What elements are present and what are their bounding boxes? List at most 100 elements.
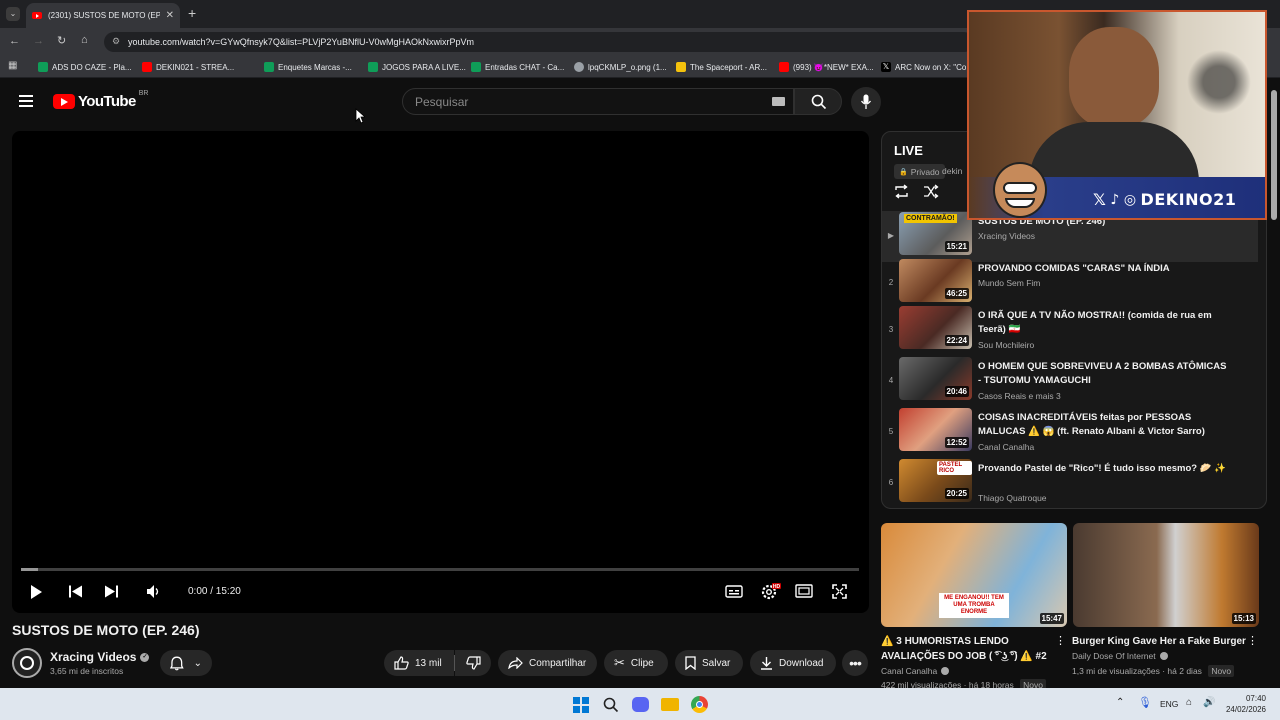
voice-search-button[interactable] — [851, 87, 881, 117]
search-icon[interactable] — [603, 697, 619, 713]
address-bar[interactable]: ⚙ youtube.com/watch?v=GYwQfnsyk7Q&list=P… — [104, 32, 974, 52]
bookmark-item[interactable]: JOGOS PARA A LIVE... — [368, 60, 466, 74]
previous-icon[interactable] — [68, 585, 83, 598]
region-code: BR — [138, 90, 149, 97]
apps-icon[interactable]: ▦ — [8, 60, 17, 71]
loop-icon[interactable] — [893, 184, 910, 199]
miniplayer-icon[interactable] — [795, 584, 813, 598]
verified-icon: ✓ — [140, 652, 150, 662]
subscriber-count: 3,65 mi de inscritos — [50, 666, 124, 676]
recommendation-title[interactable]: Burger King Gave Her a Fake Burger — [1072, 634, 1247, 649]
settings-icon[interactable]: HD — [760, 582, 782, 600]
download-button[interactable]: Download — [750, 650, 836, 676]
mascot-avatar — [993, 162, 1047, 218]
bookmark-item[interactable]: ADS DO CAZE - Pla... — [38, 60, 132, 74]
progress-bar[interactable] — [21, 568, 859, 571]
time-display: 0:00 / 15:20 — [188, 586, 241, 597]
next-icon[interactable] — [104, 585, 119, 598]
search-input[interactable]: Pesquisar — [402, 88, 794, 115]
share-label: Compartilhar — [529, 657, 587, 669]
playlist-item[interactable]: 2 46:25 PROVANDO COMIDAS "CARAS" NA ÍNDI… — [882, 258, 1258, 309]
playlist-item[interactable]: 4 20:46 O HOMEM QUE SOBREVIVEU A 2 BOMBA… — [882, 356, 1258, 407]
chrome-icon[interactable] — [691, 696, 708, 713]
webcam-overlay: 𝕏 ♪ ◎ DEKINO21 — [967, 10, 1267, 220]
keyboard-icon[interactable] — [772, 97, 785, 106]
fullscreen-icon[interactable] — [832, 584, 847, 599]
search-button[interactable] — [794, 88, 842, 115]
item-channel: Casos Reais e mais 3 — [978, 391, 1061, 401]
channel-name[interactable]: Xracing Videos ✓ — [50, 650, 150, 664]
recommendation-title[interactable]: ⚠️ 3 HUMORISTAS LENDO AVALIAÇÕES DO JOB … — [881, 634, 1051, 664]
more-actions-button[interactable]: ••• — [842, 650, 868, 676]
playlist-item[interactable]: 5 12:52 COISAS INACREDITÁVEIS feitas por… — [882, 407, 1258, 458]
forward-icon[interactable]: → — [33, 35, 44, 47]
bookmark-item[interactable]: 𝕏 ARC Now on X: "Co... — [881, 60, 973, 74]
home-icon[interactable]: ⌂ — [81, 34, 88, 46]
tab-search-icon[interactable]: ⌄ — [6, 7, 20, 21]
bookmark-item[interactable]: The Spaceport - AR... — [676, 60, 767, 74]
video-title: SUSTOS DE MOTO (EP. 246) — [12, 622, 200, 638]
bookmark-item[interactable]: (993) 👿*NEW* EXA... — [779, 60, 874, 74]
play-icon[interactable] — [29, 584, 43, 600]
back-icon[interactable]: ← — [9, 35, 20, 47]
volume-icon[interactable]: 🔊 — [1203, 697, 1215, 708]
more-vertical-icon[interactable]: ⋮ — [1055, 634, 1066, 647]
duration: 15:13 — [1231, 613, 1256, 624]
discord-icon[interactable] — [632, 697, 649, 712]
save-button[interactable]: Salvar — [675, 650, 743, 676]
verified-icon — [941, 667, 950, 675]
youtube-logo-text: YouTube — [78, 93, 136, 110]
playlist-title: LIVE — [894, 143, 923, 158]
recommendation-channel[interactable]: Canal Canalha — [881, 666, 950, 676]
privacy-badge: 🔒 Privado — [894, 164, 945, 179]
thumbs-up-icon — [394, 656, 409, 670]
recommendation-channel[interactable]: Daily Dose Of Internet — [1072, 651, 1168, 661]
item-index: 4 — [888, 376, 894, 385]
page-scrollbar[interactable] — [1271, 80, 1277, 230]
subscribed-notification-button[interactable]: ⌄ — [160, 650, 212, 676]
menu-icon[interactable] — [19, 95, 33, 107]
start-button[interactable] — [573, 697, 589, 713]
clip-button[interactable]: ✂ Clipe — [604, 650, 668, 676]
bookmark-item[interactable]: lpqCKMLP_o.png (1... — [574, 60, 667, 74]
recommendation-thumbnail[interactable]: 15:13 — [1073, 523, 1259, 627]
youtube-favicon-icon — [32, 12, 42, 19]
thumbnail-text: ME ENGANOU!! TEM UMA TROMBA ENORME — [939, 593, 1009, 618]
mic-icon[interactable]: 🎙 — [1138, 696, 1152, 709]
more-vertical-icon[interactable]: ⋮ — [1247, 634, 1258, 647]
site-info-icon[interactable]: ⚙ — [112, 36, 120, 47]
youtube-logo[interactable]: YouTube BR — [53, 90, 149, 110]
bookmark-item[interactable]: DEKIN021 - STREA... — [142, 60, 234, 74]
tab-close-icon[interactable]: ✕ — [166, 10, 174, 21]
item-index: 6 — [888, 478, 894, 487]
save-label: Salvar — [702, 657, 731, 669]
recommendation-thumbnail[interactable]: ME ENGANOU!! TEM UMA TROMBA ENORME 15:47 — [881, 523, 1067, 627]
shuffle-icon[interactable] — [923, 184, 939, 199]
thumbnail: 20:46 — [899, 357, 972, 400]
playlist-item[interactable]: 3 22:24 O IRÃ QUE A TV NÃO MOSTRA!! (com… — [882, 305, 1258, 356]
globe-icon — [574, 62, 584, 72]
thumbs-down-icon — [465, 656, 481, 670]
thumbnail: 12:52 — [899, 408, 972, 451]
reload-icon[interactable]: ↻ — [57, 34, 66, 47]
clock[interactable]: 07:40 24/02/2026 — [1222, 693, 1266, 715]
volume-icon[interactable] — [146, 584, 162, 599]
like-button[interactable]: 13 mil — [384, 650, 454, 676]
scrollbar-thumb[interactable] — [1271, 90, 1277, 220]
network-icon[interactable]: ⌂ — [1186, 697, 1192, 708]
playlist-item[interactable]: 6 PASTEL RICO 20:25 Provando Pastel de "… — [882, 458, 1258, 508]
bookmark-item[interactable]: Enquetes Marcas -... — [264, 60, 352, 74]
video-player[interactable]: 0:00 / 15:20 HD — [12, 131, 869, 613]
subtitles-icon[interactable] — [725, 585, 743, 598]
bookmark-item[interactable]: Entradas CHAT - Ca... — [471, 60, 564, 74]
tab-active[interactable]: (2301) SUSTOS DE MOTO (EP. 2 ✕ — [26, 3, 180, 28]
file-explorer-icon[interactable] — [661, 698, 679, 711]
channel-avatar[interactable] — [12, 648, 42, 678]
youtube-logo-icon — [53, 94, 75, 109]
language-indicator[interactable]: ENG — [1160, 699, 1178, 709]
new-tab-icon[interactable]: + — [188, 5, 196, 21]
share-button[interactable]: Compartilhar — [498, 650, 597, 676]
sheets-icon — [368, 62, 378, 72]
dislike-button[interactable] — [455, 650, 491, 676]
chevron-up-icon[interactable]: ⌃ — [1116, 697, 1124, 708]
